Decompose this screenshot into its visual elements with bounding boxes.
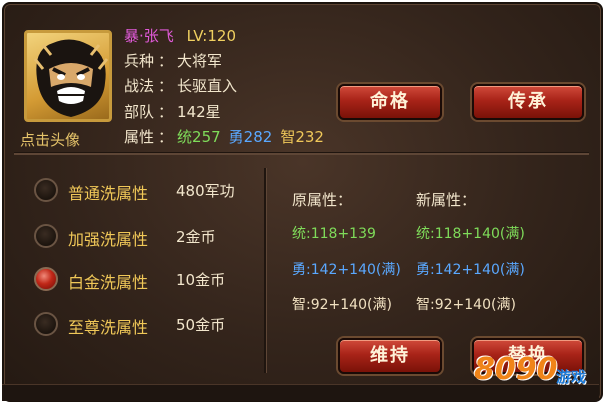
old-attributes-header: 原属性： bbox=[292, 191, 353, 209]
colon: ： bbox=[158, 128, 174, 146]
wash-option-label: 白金洗属性 bbox=[68, 273, 149, 292]
tactic-label: 战法 bbox=[124, 77, 155, 95]
tactic-value: 长驱直入 bbox=[177, 77, 238, 95]
troop-row: 兵种：大将军 bbox=[124, 50, 222, 71]
attr-label: 属性 bbox=[124, 128, 155, 146]
colon: ： bbox=[158, 77, 174, 95]
wash-option-enhanced[interactable]: 加强洗属性 2金币 bbox=[34, 222, 264, 252]
hero-name: 暴·张飞 bbox=[124, 27, 174, 45]
avatar-caption: 点击头像 bbox=[20, 131, 81, 149]
troop-value: 大将军 bbox=[177, 52, 223, 70]
attr-yong: 勇282 bbox=[228, 128, 273, 146]
unit-value: 142星 bbox=[177, 103, 221, 121]
troop-label: 兵种 bbox=[124, 52, 155, 70]
old-attr-zhi: 智:92+140(满) bbox=[292, 297, 392, 313]
header-divider bbox=[14, 152, 589, 155]
new-attributes-header: 新属性： bbox=[416, 191, 477, 209]
radio-icon[interactable] bbox=[34, 312, 58, 336]
radio-icon[interactable] bbox=[34, 178, 58, 202]
chuancheng-button[interactable]: 传承 bbox=[472, 84, 584, 120]
attr-row: 属性：统257 勇282 智232 bbox=[124, 126, 324, 147]
old-attr-yong: 勇:142+140(满) bbox=[292, 262, 401, 278]
wash-option-supreme[interactable]: 至尊洗属性 50金币 bbox=[34, 310, 264, 340]
watermark-number: 8090 bbox=[474, 352, 558, 387]
attr-zhi: 智232 bbox=[280, 128, 324, 146]
new-attr-zhi: 智:92+140(满) bbox=[416, 297, 516, 313]
watermark-text: 游戏 bbox=[556, 368, 587, 386]
attr-tong: 统257 bbox=[177, 128, 221, 146]
hero-name-line: 暴·张飞 LV:120 bbox=[124, 25, 236, 46]
hero-portrait-icon bbox=[33, 39, 109, 117]
wash-option-cost: 10金币 bbox=[176, 271, 226, 289]
minge-button[interactable]: 命格 bbox=[338, 84, 442, 120]
wash-option-cost: 50金币 bbox=[176, 316, 226, 334]
wash-option-cost: 480军功 bbox=[176, 182, 235, 200]
colon: ： bbox=[158, 52, 174, 70]
wash-option-cost: 2金币 bbox=[176, 228, 216, 246]
radio-selected-icon[interactable] bbox=[34, 267, 58, 291]
wash-option-label: 加强洗属性 bbox=[68, 230, 149, 249]
new-attr-yong: 勇:142+140(满) bbox=[416, 262, 525, 278]
tactic-row: 战法：长驱直入 bbox=[124, 75, 237, 96]
unit-label: 部队 bbox=[124, 103, 155, 121]
hero-avatar[interactable] bbox=[24, 30, 112, 122]
watermark-logo: 8090 游戏 bbox=[474, 350, 600, 398]
wash-option-normal[interactable]: 普通洗属性 480军功 bbox=[34, 176, 264, 206]
colon: ： bbox=[158, 103, 174, 121]
hero-level: LV:120 bbox=[186, 27, 236, 45]
old-attr-tong: 统:118+139 bbox=[292, 226, 376, 242]
keep-button[interactable]: 维持 bbox=[338, 338, 442, 374]
new-attr-tong: 统:118+140(满) bbox=[416, 226, 525, 242]
radio-icon[interactable] bbox=[34, 224, 58, 248]
wash-option-label: 至尊洗属性 bbox=[68, 318, 149, 337]
wash-option-label: 普通洗属性 bbox=[68, 184, 149, 203]
column-divider bbox=[264, 168, 267, 373]
unit-row: 部队： 142星 bbox=[124, 101, 221, 122]
wash-option-platinum[interactable]: 白金洗属性 10金币 bbox=[34, 265, 264, 295]
